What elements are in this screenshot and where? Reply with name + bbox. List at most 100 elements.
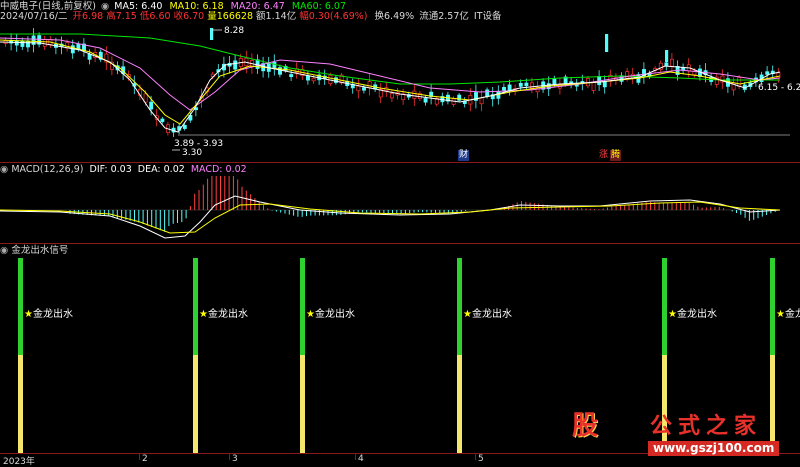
candle-body: [670, 58, 674, 67]
signal-bar-lower: [193, 355, 198, 453]
axis-tick-4: [355, 454, 356, 460]
watermark-logo-char: 股: [572, 411, 599, 441]
star-icon: ★: [463, 309, 472, 320]
macd-panel[interactable]: [0, 176, 800, 242]
price-panel[interactable]: 8.28 3.89 - 3.93 3.30 6.15 - 6.26: [0, 24, 800, 160]
ma60-line: [0, 33, 780, 85]
signal-bar-upper: [300, 258, 305, 355]
star-icon: ★: [776, 309, 785, 320]
candle-body: [479, 97, 484, 105]
quote-low: 低6.60: [139, 11, 171, 22]
macd-dif: DIF: 0.03: [89, 164, 132, 175]
candle-body: [42, 39, 47, 47]
panel-separator-2: [0, 243, 800, 244]
quote-change: 幅0.30(4.69%): [299, 11, 368, 22]
candle-body: [149, 101, 154, 110]
candle-body: [737, 77, 742, 87]
high-price-label: 8.28: [224, 26, 244, 36]
chart-header-row-2: 2024/07/16/二 开6.98 高7.15 低6.60 收6.70 量16…: [0, 11, 502, 23]
candle-body: [664, 62, 669, 66]
signal-label: ★金龙出水: [463, 309, 512, 320]
quote-date: 2024/07/16/二: [0, 11, 68, 22]
event-marker-limit-up[interactable]: 涨: [599, 150, 608, 161]
signal-bar-lower: [457, 355, 462, 453]
quote-industry: IT设备: [473, 11, 502, 22]
candle-body: [160, 118, 165, 122]
signal-label: ★金龙: [776, 309, 800, 320]
quote-float: 流通2.57亿: [419, 11, 469, 22]
signal-label: ★金龙出水: [24, 309, 73, 320]
low-price-label: 3.30: [182, 148, 202, 158]
quote-open: 开6.98: [72, 11, 104, 22]
right-range-label: 6.15 - 6.26: [758, 83, 800, 93]
candle-body: [765, 71, 770, 75]
candle-body: [289, 74, 294, 78]
signal-bar-upper: [770, 258, 775, 355]
event-marker-jump[interactable]: 腾: [610, 150, 622, 161]
candle-body: [605, 34, 609, 52]
signal-indicator-name[interactable]: 金龙出水信号: [11, 245, 68, 256]
axis-tick-5: [475, 454, 476, 460]
candle-body: [356, 85, 361, 92]
candle-body: [87, 53, 92, 60]
signal-label: ★金龙出水: [199, 309, 248, 320]
macd-header: ◉ MACD(12,26,9) DIF: 0.03 DEA: 0.02 MACD…: [0, 164, 247, 176]
candle-body: [524, 82, 529, 87]
quote-close: 收6.70: [173, 11, 205, 22]
star-icon: ★: [668, 309, 677, 320]
candle-body: [502, 87, 506, 91]
signal-bar-upper: [18, 258, 23, 355]
watermark-url: www.gszj100.com: [648, 441, 780, 456]
candle-body: [20, 40, 25, 47]
candle-body: [591, 81, 596, 91]
quote-volume: 量166628: [207, 11, 254, 22]
signal-label: ★金龙出水: [668, 309, 717, 320]
signal-bar-upper: [457, 258, 462, 355]
candle-body: [311, 77, 316, 82]
candle-body: [412, 90, 417, 99]
candle-body: [14, 40, 19, 46]
macd-name[interactable]: MACD(12,26,9): [11, 164, 83, 175]
signal-toggle-icon[interactable]: ◉: [0, 245, 8, 256]
candle-body: [665, 50, 669, 62]
ma10-line: [0, 39, 781, 125]
macd-value: MACD: 0.02: [190, 164, 247, 175]
signal-bar-upper: [193, 258, 198, 355]
macd-dea: DEA: 0.02: [137, 164, 185, 175]
axis-tick-2: [139, 454, 140, 460]
event-marker-finance[interactable]: 财: [458, 150, 470, 161]
quote-amount: 额1.14亿: [256, 11, 297, 22]
quote-turnover: 换6.49%: [374, 11, 415, 22]
macd-histogram: [69, 176, 776, 232]
quote-high: 高7.15: [106, 11, 137, 22]
star-icon: ★: [199, 309, 208, 320]
star-icon: ★: [306, 309, 315, 320]
axis-label-feb: 2: [142, 454, 148, 464]
candle-body: [485, 89, 490, 97]
star-icon: ★: [24, 309, 33, 320]
candle-body: [602, 81, 607, 88]
signal-bar-lower: [18, 355, 23, 453]
candle-body: [507, 84, 512, 91]
candle-body: [390, 93, 394, 99]
ma5-line: [0, 41, 781, 133]
indicator-toggle-icon[interactable]: ◉: [0, 164, 8, 175]
signal-bar-upper: [662, 258, 667, 355]
axis-label-apr: 4: [358, 454, 364, 464]
watermark-title: 公式之家: [650, 414, 763, 439]
axis-label-may: 5: [478, 454, 484, 464]
candle-body: [306, 75, 310, 81]
candle-body: [552, 78, 557, 85]
candle-body: [367, 81, 372, 89]
candle-body: [233, 60, 238, 70]
signal-bar-lower: [770, 355, 775, 453]
signal-label: ★金龙出水: [306, 309, 355, 320]
signal-bar-lower: [300, 355, 305, 453]
candle-body: [518, 83, 523, 87]
axis-label-year: 2023年: [3, 457, 35, 467]
candle-body: [182, 125, 187, 129]
signal-header: ◉ 金龙出水信号: [0, 245, 68, 257]
candle-body: [26, 40, 30, 48]
panel-separator-1: [0, 162, 800, 163]
axis-label-mar: 3: [232, 454, 238, 464]
